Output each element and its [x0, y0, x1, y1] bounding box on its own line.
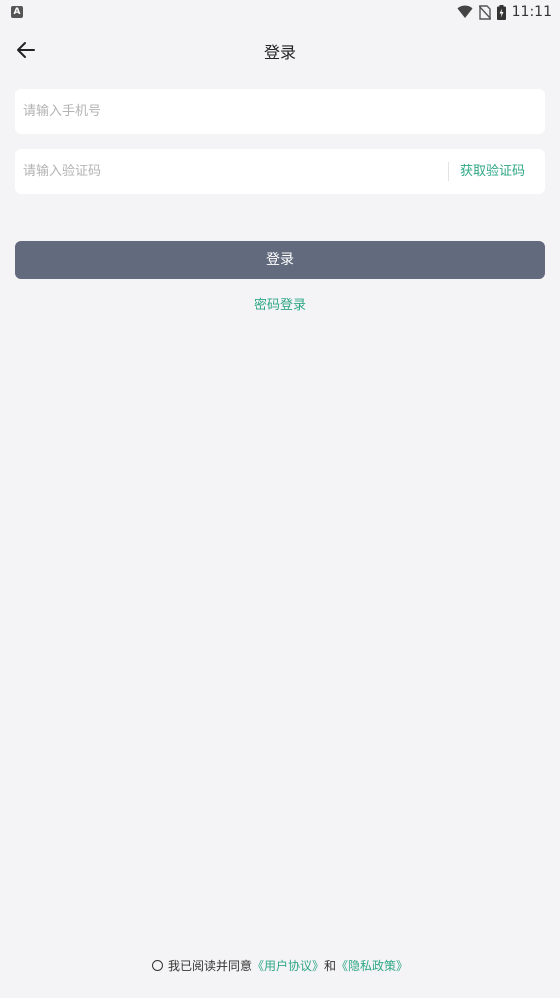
phone-input[interactable] — [23, 89, 533, 134]
password-login-row: 密码登录 — [0, 294, 560, 313]
wifi-icon — [457, 5, 473, 18]
user-agreement-link[interactable]: 《用户协议》 — [252, 957, 324, 974]
status-bar: A 11:11 — [0, 0, 560, 24]
agreement-conjunction: 和 — [324, 958, 337, 973]
verification-code-field: 获取验证码 — [15, 149, 545, 194]
agreement-prefix: 我已阅读并同意 — [167, 958, 252, 973]
verification-code-input[interactable] — [23, 149, 433, 194]
field-divider — [448, 162, 449, 181]
get-code-button[interactable]: 获取验证码 — [460, 149, 525, 194]
notification-icon: A — [11, 6, 23, 18]
login-button[interactable]: 登录 — [15, 241, 545, 279]
status-icons: 11:11 — [457, 2, 552, 22]
agree-checkbox[interactable] — [151, 959, 163, 971]
password-login-link[interactable]: 密码登录 — [254, 298, 306, 313]
no-sim-icon — [478, 4, 491, 20]
battery-charging-icon — [496, 4, 506, 20]
agreement-row: 我已阅读并同意 《用户协议》 和 《隐私政策》 — [0, 956, 560, 974]
status-time: 11:11 — [511, 4, 552, 20]
page-title: 登录 — [263, 43, 296, 62]
title-bar: 登录 — [0, 24, 560, 76]
phone-field — [15, 89, 545, 134]
privacy-policy-link[interactable]: 《隐私政策》 — [336, 957, 408, 974]
